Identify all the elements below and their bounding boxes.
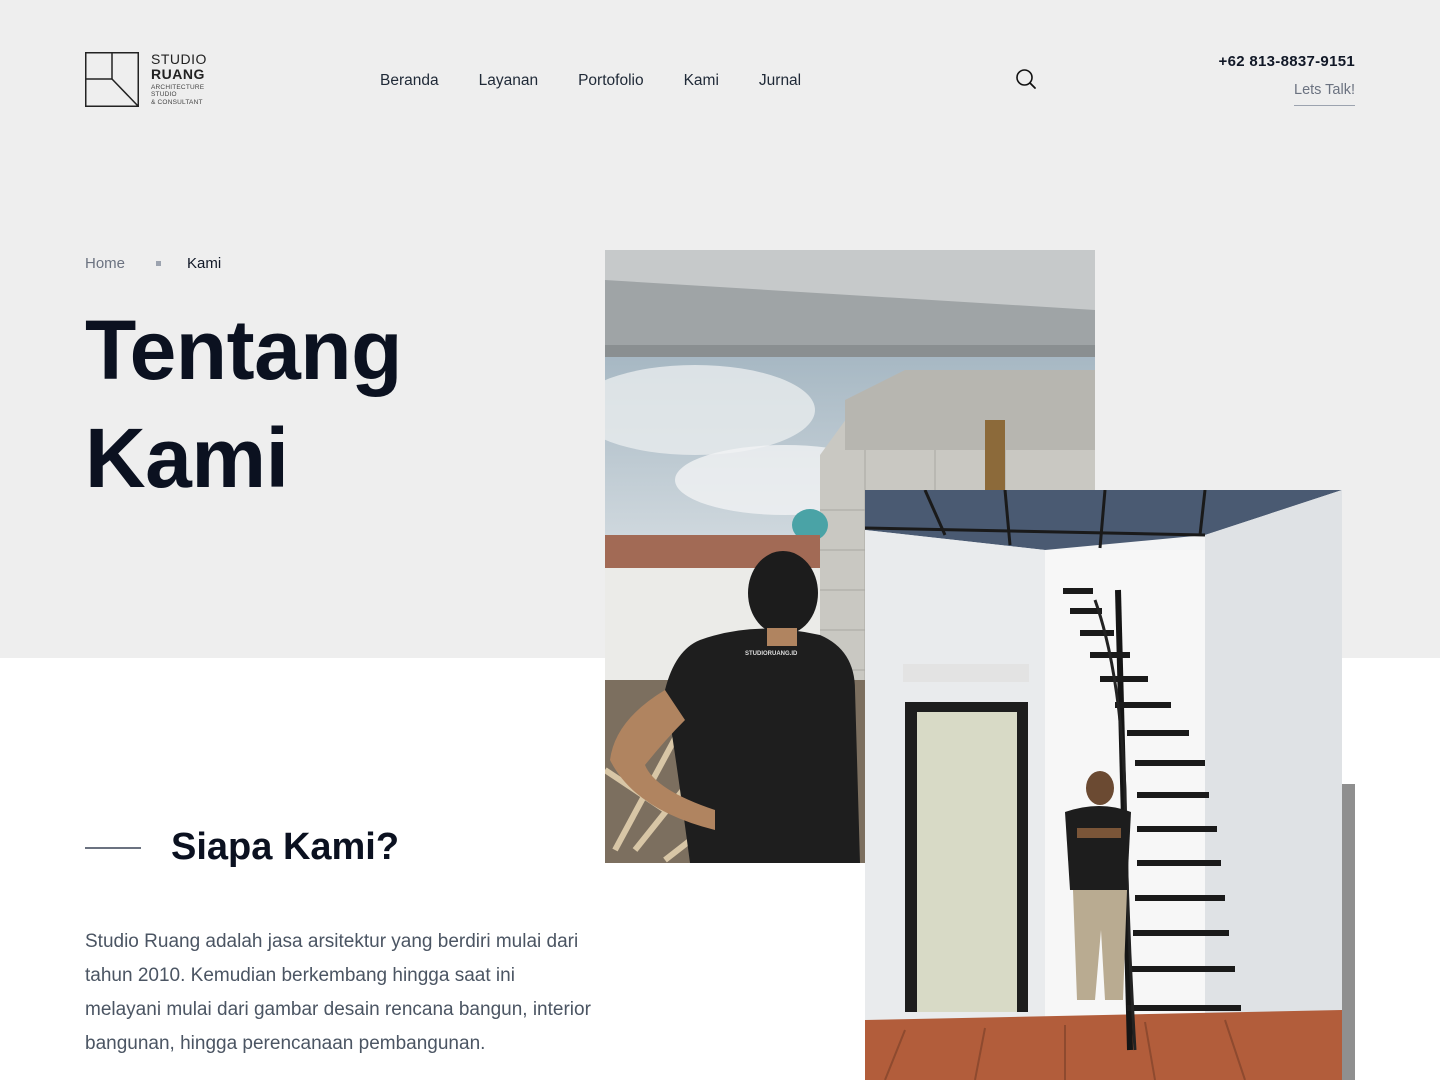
logo-mark-icon <box>85 52 139 107</box>
photo-staircase <box>865 490 1342 1080</box>
brand-tagline-3: & CONSULTANT <box>151 98 203 106</box>
section-title: Siapa Kami? <box>171 826 400 868</box>
breadcrumb: Home Kami <box>85 255 221 272</box>
breadcrumb-separator <box>156 261 162 266</box>
section-divider-line <box>85 847 141 849</box>
search-icon <box>1016 69 1036 89</box>
brand-name-line2: RUANG <box>151 66 205 82</box>
brand-tagline-1: ARCHITECTURE <box>151 84 205 91</box>
page-title-line1: Tentang <box>85 303 402 397</box>
photo-shadow-strip <box>1342 784 1355 1080</box>
nav-item-layanan[interactable]: Layanan <box>479 72 538 90</box>
breadcrumb-current: Kami <box>187 255 222 272</box>
page-title: Tentang Kami <box>85 296 402 512</box>
breadcrumb-home[interactable]: Home <box>85 255 125 272</box>
nav-item-jurnal[interactable]: Jurnal <box>759 72 801 90</box>
nav-item-beranda[interactable]: Beranda <box>380 72 439 90</box>
phone-number[interactable]: +62 813-8837-9151 <box>1219 53 1355 70</box>
shirt-print: STUDIORUANG.ID <box>745 651 798 657</box>
nav-item-portofolio[interactable]: Portofolio <box>578 72 643 90</box>
section-body-text: Studio Ruang adalah jasa arsitektur yang… <box>85 931 591 1054</box>
lets-talk-link[interactable]: Lets Talk! <box>1294 82 1355 106</box>
brand-logo[interactable]: STUDIO RUANG ARCHITECTURE STUDIO & CONSU… <box>85 52 207 107</box>
page-title-line2: Kami <box>85 411 289 505</box>
main-nav: Beranda Layanan Portofolio Kami Jurnal <box>380 72 841 90</box>
brand-name-line1: STUDIO <box>151 51 207 67</box>
nav-item-kami[interactable]: Kami <box>684 72 719 90</box>
brand-tagline-2: STUDIO <box>151 91 177 99</box>
search-button[interactable] <box>1014 67 1038 91</box>
